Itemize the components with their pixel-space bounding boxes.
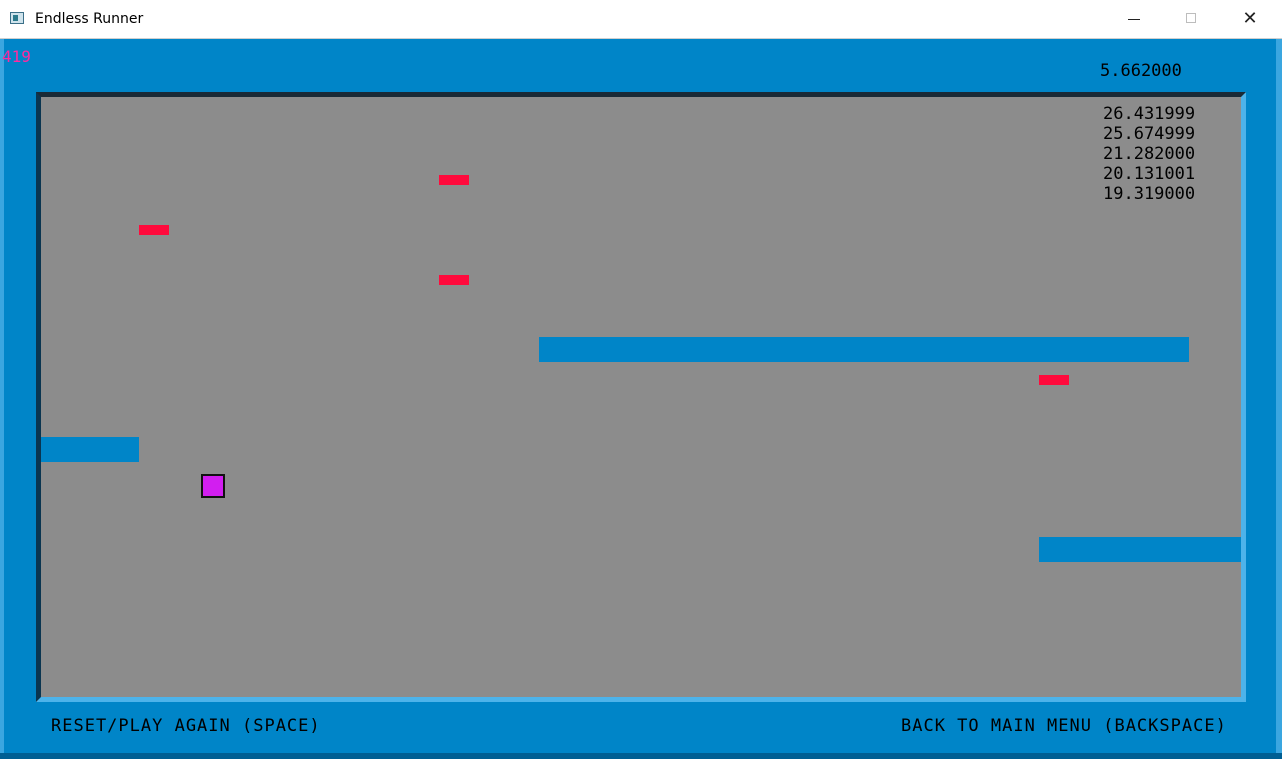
game-canvas[interactable]: 419 5.662000 26.431999 25.674999 21.2820… — [0, 39, 1282, 759]
high-score-entry: 19.319000 — [1103, 184, 1196, 204]
red-hazard — [439, 275, 469, 285]
frame-bevel-right — [1276, 39, 1282, 759]
high-score-entry: 21.282000 — [1103, 144, 1196, 164]
red-hazard — [1039, 375, 1069, 385]
high-score-entry: 25.674999 — [1103, 124, 1196, 144]
red-hazard — [439, 175, 469, 185]
window-title: Endless Runner — [35, 11, 144, 27]
frame-bevel-left — [0, 39, 4, 759]
title-bar: Endless Runner ✕ — [0, 0, 1282, 39]
maximize-button[interactable] — [1163, 0, 1221, 38]
frame-bevel-bottom — [0, 753, 1282, 759]
minimize-icon — [1128, 19, 1140, 20]
high-score-entry: 26.431999 — [1103, 104, 1196, 124]
minimize-button[interactable] — [1105, 0, 1163, 38]
player-square — [201, 474, 225, 498]
high-score-entry: 20.131001 — [1103, 164, 1196, 184]
high-score-list: 26.431999 25.674999 21.282000 20.131001 … — [1103, 104, 1195, 204]
fps-counter: 419 — [2, 47, 31, 66]
reset-play-again-hint: RESET/PLAY AGAIN (SPACE) — [51, 716, 321, 736]
blue-platform — [41, 437, 139, 462]
app-window-icon — [10, 12, 24, 24]
playfield: 26.431999 25.674999 21.282000 20.131001 … — [36, 92, 1246, 702]
back-to-main-menu-hint: BACK TO MAIN MENU (BACKSPACE) — [901, 716, 1227, 736]
current-run-time: 5.662000 — [1100, 61, 1182, 81]
close-icon: ✕ — [1242, 8, 1258, 29]
red-hazard — [139, 225, 169, 235]
close-button[interactable]: ✕ — [1221, 0, 1279, 38]
maximize-icon — [1186, 13, 1196, 23]
blue-platform — [539, 337, 1189, 362]
blue-platform — [1039, 537, 1241, 562]
